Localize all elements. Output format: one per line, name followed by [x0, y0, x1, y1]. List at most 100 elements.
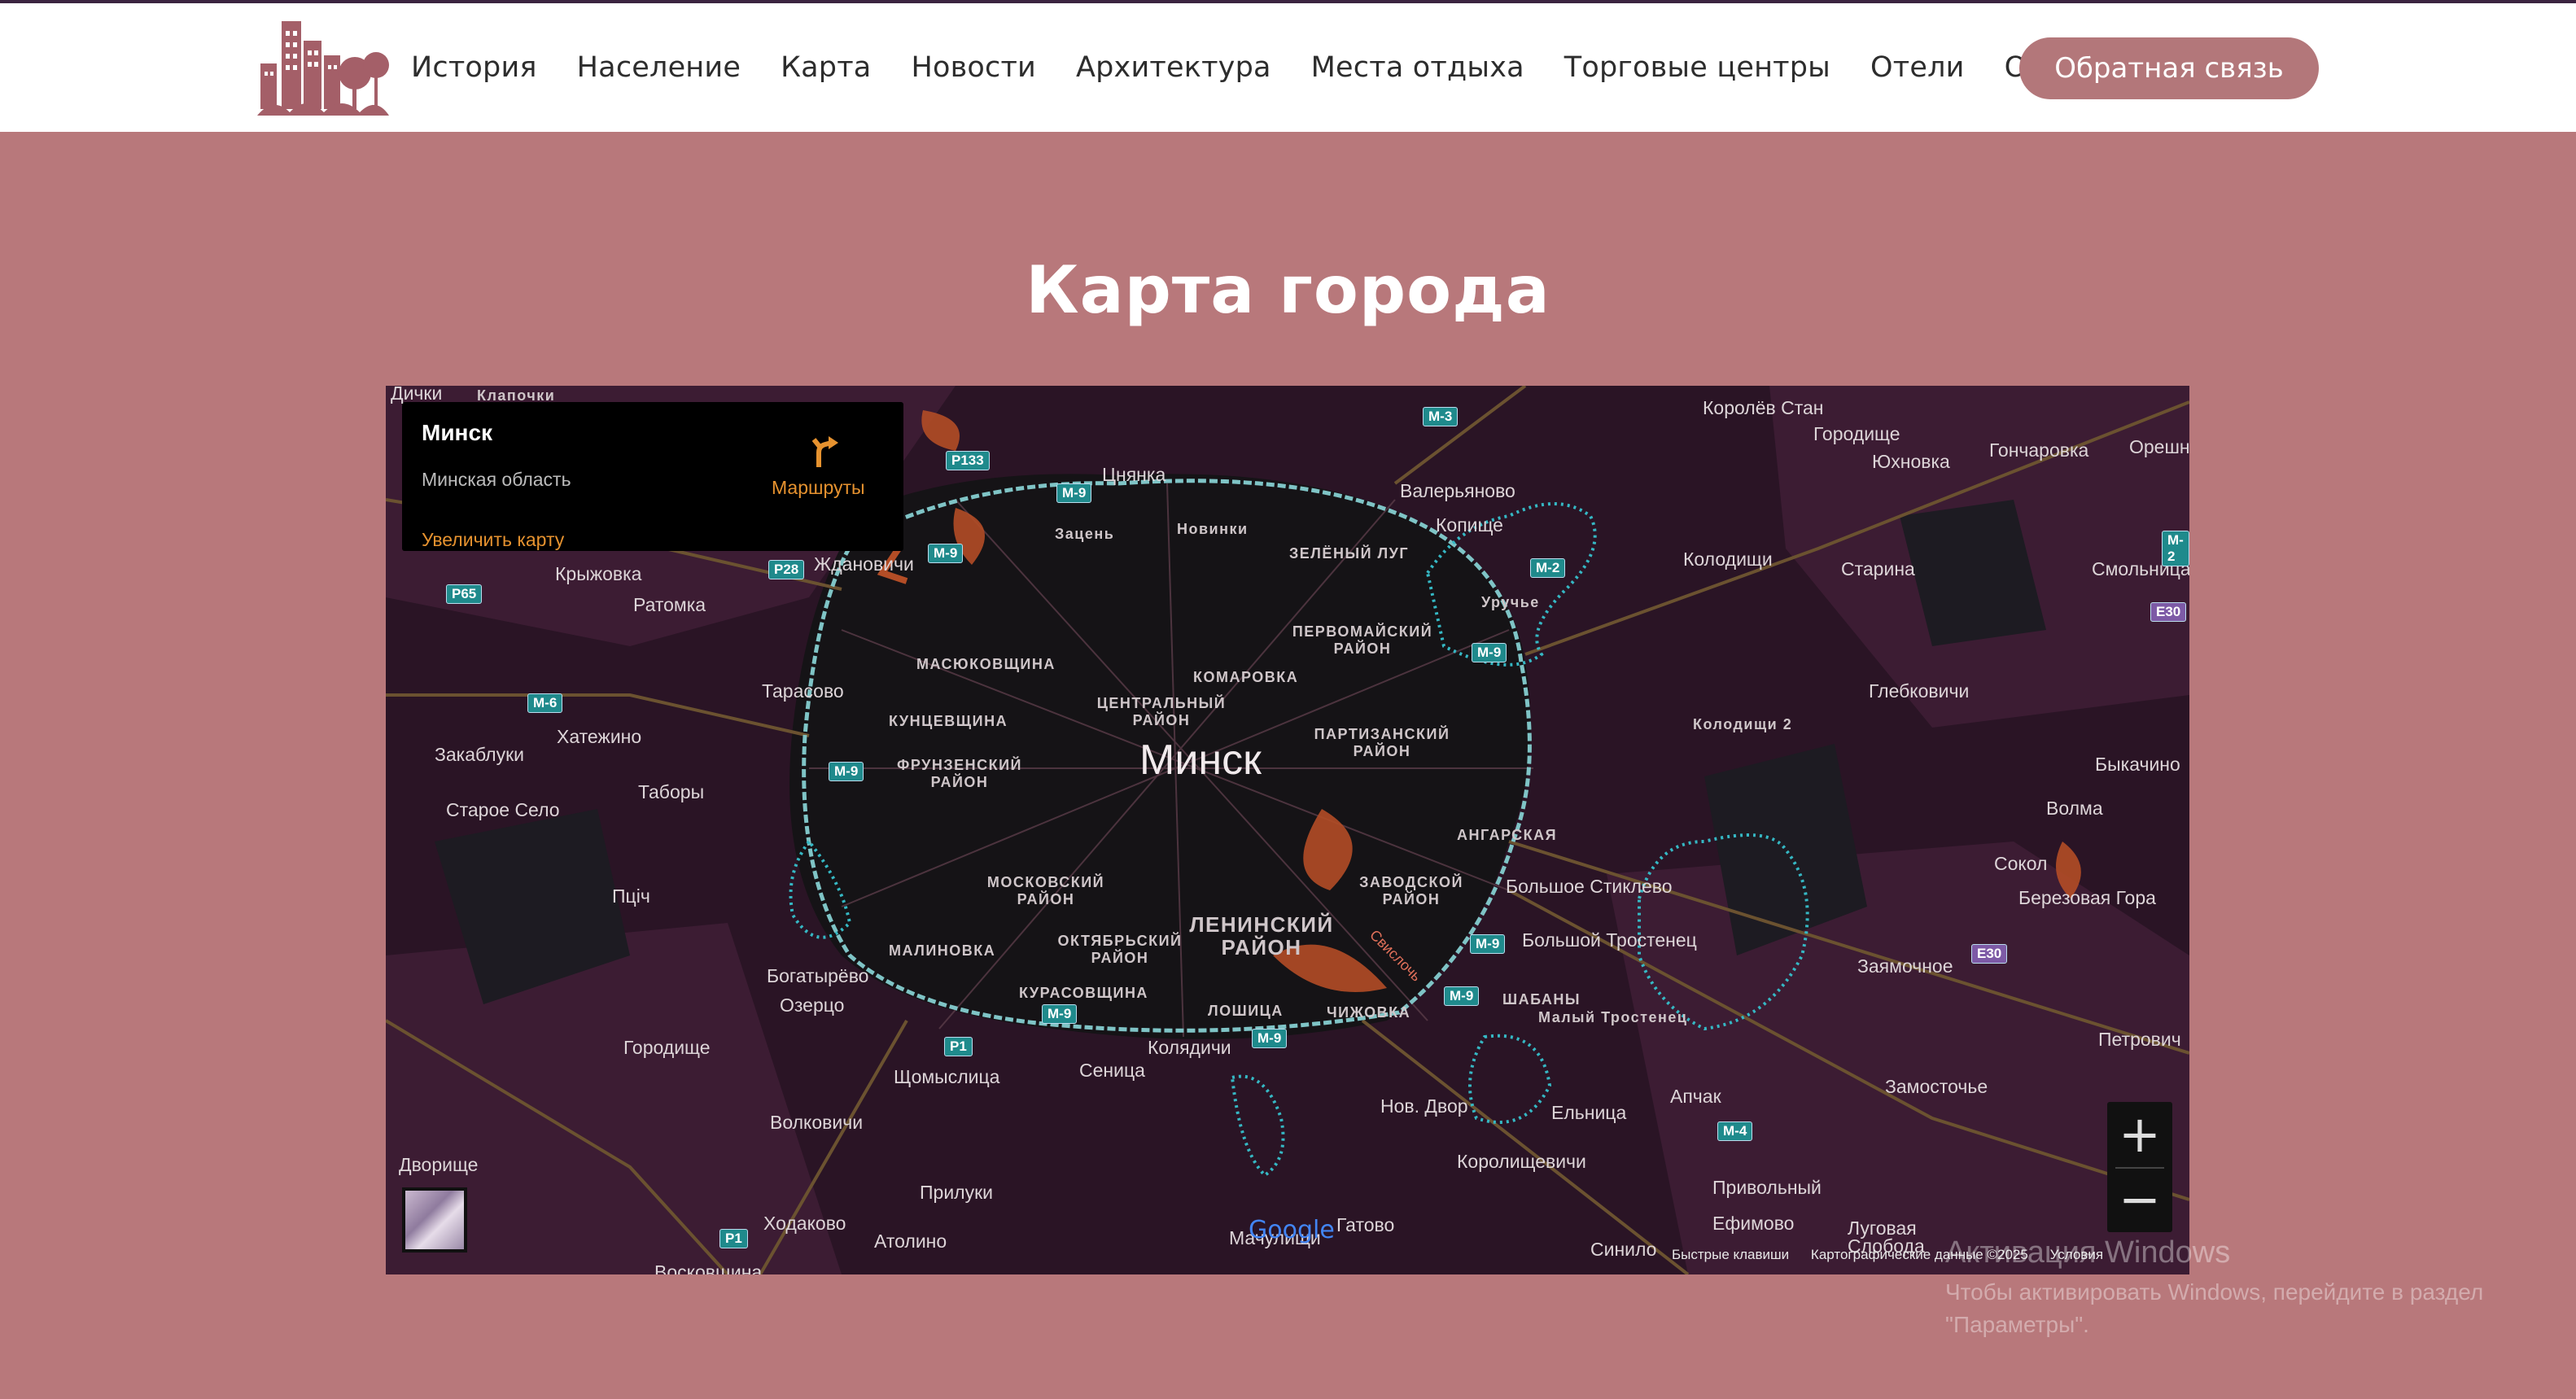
road-shield: M-9 [1472, 643, 1507, 662]
place-label: Ждановичи [814, 553, 914, 575]
place-label: Новинки [1177, 521, 1249, 537]
nav-item-news[interactable]: Новости [911, 51, 1036, 84]
road-shield: M-4 [1717, 1121, 1753, 1141]
place-label: Юхновка [1872, 451, 1950, 472]
place-label: Привольный [1712, 1177, 1822, 1198]
place-label: Заямочное [1857, 955, 1953, 977]
nav-item-history[interactable]: История [411, 51, 537, 84]
nav-item-hotels[interactable]: Отели [1870, 51, 1965, 84]
place-label: Колядичи [1148, 1037, 1231, 1058]
zoom-out-button[interactable]: − [2107, 1167, 2172, 1232]
district-label: ФРУНЗЕНСКИЙ РАЙОН [897, 757, 1022, 790]
district-label: КУРАСОВЩИНА [1019, 985, 1148, 1001]
district-label: ПАРТИЗАНСКИЙ РАЙОН [1314, 726, 1450, 759]
place-label: Глебковичи [1869, 680, 1970, 702]
google-logo: Google [1249, 1216, 1335, 1244]
road-shield: M-9 [928, 544, 964, 563]
google-logo-text: Google [1249, 1216, 1335, 1244]
district-label: МАЛИНОВКА [889, 942, 996, 959]
road-shield: E30 [1971, 944, 2008, 964]
place-label: Тарасово [762, 680, 844, 702]
directions-icon[interactable] [807, 435, 842, 469]
district-label: ЛЕНИНСКИЙ РАЙОН [1189, 912, 1334, 960]
city-map[interactable]: Минск Минская область Увеличить карту Ма… [386, 386, 2189, 1274]
nav-item-map[interactable]: Карта [781, 51, 871, 84]
district-label: КУНЦЕВЩИНА [889, 713, 1008, 729]
district-label: АНГАРСКАЯ [1457, 827, 1558, 843]
district-label: ЧИЖОВКА [1327, 1004, 1411, 1021]
keyboard-shortcuts-link[interactable]: Быстрые клавиши [1672, 1247, 1789, 1262]
place-label: Сокол [1994, 853, 2048, 874]
road-shield: M-6 [527, 693, 563, 713]
place-label: Пціч [612, 885, 650, 907]
zoom-divider [2115, 1167, 2164, 1169]
place-label: Дички [391, 386, 443, 404]
windows-activation-title: Активация Windows [1945, 1235, 2231, 1270]
place-label: Атолино [874, 1231, 947, 1252]
site-header: История Население Карта Новости Архитект… [0, 3, 2576, 132]
place-label: Закаблуки [435, 744, 525, 765]
place-label: Хатежино [557, 726, 642, 747]
place-name: Минск [422, 420, 493, 445]
place-label: Сеница [1079, 1060, 1145, 1081]
city-label: Минск [1139, 737, 1262, 784]
district-label: ЛОШИЦА [1208, 1003, 1284, 1019]
district-label: ПЕРВОМАЙСКИЙ РАЙОН [1292, 623, 1433, 657]
district-label: КОМАРОВКА [1193, 669, 1299, 685]
place-label: Клапочки [477, 387, 556, 404]
feedback-button[interactable]: Обратная связь [2019, 37, 2319, 99]
place-label: Колодищи [1683, 549, 1773, 570]
road-shield: E30 [2150, 602, 2187, 622]
satellite-layer-toggle[interactable] [402, 1187, 467, 1253]
place-label: Прилуки [920, 1182, 994, 1203]
district-label: ШАБАНЫ [1502, 991, 1581, 1008]
place-label: Ходаково [763, 1213, 846, 1234]
place-label: Зацень [1055, 526, 1115, 542]
road-shield: M-9 [1252, 1029, 1288, 1048]
nav-item-architecture[interactable]: Архитектура [1076, 51, 1271, 84]
road-shield: P1 [944, 1037, 973, 1056]
place-label: Озерцо [780, 995, 845, 1016]
place-label: Старина [1841, 558, 1915, 579]
place-label: Валерьяново [1400, 480, 1515, 501]
nav-item-population[interactable]: Население [577, 51, 741, 84]
place-label: Быкачино [2095, 754, 2180, 775]
place-label: Орешн [2129, 436, 2189, 457]
place-label: Копище [1436, 514, 1503, 536]
place-label: Таборы [638, 781, 705, 802]
district-label: МОСКОВСКИЙ РАЙОН [986, 874, 1105, 907]
road-shield: P133 [946, 451, 990, 470]
place-label: Волма [2046, 798, 2103, 819]
district-label: ОКТЯБРЬСКИЙ РАЙОН [1057, 933, 1183, 966]
city-logo-icon[interactable] [257, 16, 389, 116]
place-label: Щомыслица [894, 1066, 1000, 1087]
road-shield: P28 [768, 560, 805, 579]
page-title: Карта города [1026, 252, 1550, 328]
place-label: Синило [1590, 1239, 1657, 1260]
place-label: Старое Село [446, 799, 560, 820]
road-shield: M-3 [1423, 407, 1459, 426]
place-label: Большое Стиклево [1506, 876, 1673, 897]
district-label: ЦЕНТРАЛЬНЫЙ РАЙОН [1096, 695, 1227, 728]
nav-item-malls[interactable]: Торговые центры [1564, 51, 1830, 84]
district-label: МАСЮКОВЩИНА [916, 656, 1056, 672]
enlarge-map-link[interactable]: Увеличить карту [422, 529, 564, 551]
place-label: Городище [623, 1037, 711, 1058]
place-label: Большой Тростенец [1522, 929, 1697, 951]
routes-link[interactable]: Маршруты [772, 477, 865, 499]
zoom-in-button[interactable]: + [2107, 1102, 2172, 1167]
main-nav: История Население Карта Новости Архитект… [411, 3, 2128, 132]
place-label: Нов. Двор [1380, 1095, 1468, 1117]
road-shield: M-9 [1470, 934, 1506, 954]
road-shield: P65 [446, 584, 483, 604]
place-label: Богатырёво [767, 965, 869, 986]
place-region: Минская область [422, 469, 571, 490]
place-label: Замосточье [1885, 1076, 1988, 1097]
place-label: Колодищи 2 [1693, 716, 1793, 732]
nav-item-recreation[interactable]: Места отдыха [1311, 51, 1524, 84]
place-label: Волковичи [770, 1112, 864, 1133]
road-shield: M-9 [1444, 986, 1480, 1006]
place-label: Восковщина [654, 1261, 763, 1274]
place-label: Гончаровка [1989, 439, 2089, 461]
district-label: ЗАВОДСКОЙ РАЙОН [1359, 874, 1463, 907]
